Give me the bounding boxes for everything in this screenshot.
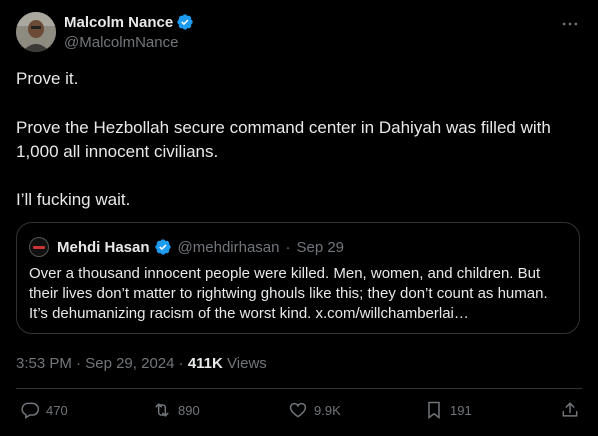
quoted-avatar — [29, 237, 49, 257]
bookmark-icon — [428, 401, 440, 419]
divider — [16, 388, 582, 389]
reply-icon — [21, 402, 40, 419]
verified-badge-icon — [177, 14, 193, 30]
quoted-author-name: Mehdi Hasan — [57, 238, 150, 256]
repost-count: 890 — [178, 402, 200, 418]
tweet-meta: 3:53 PM · Sep 29, 2024 · 411K Views — [16, 355, 267, 372]
quoted-date: Sep 29 — [296, 238, 345, 256]
tweet-paragraph: Prove it. — [16, 69, 79, 88]
action-bar: 470 890 9.9K 191 — [16, 400, 582, 424]
tweet-header: Malcolm Nance @MalcolmNance — [16, 12, 582, 56]
quoted-text: Over a thousand innocent people were kil… — [29, 265, 548, 322]
quoted-tweet[interactable]: Mehdi Hasan @mehdirhasan · Sep 29 Over a… — [16, 222, 580, 334]
reply-button[interactable]: 470 — [20, 400, 68, 420]
repost-button[interactable]: 890 — [152, 400, 200, 420]
bookmark-count: 191 — [450, 402, 472, 418]
meta-separator: · — [178, 355, 184, 372]
more-icon[interactable] — [560, 14, 580, 34]
author-handle[interactable]: @MalcolmNance — [64, 34, 178, 51]
verified-badge-icon — [154, 239, 171, 255]
meta-separator: · — [76, 355, 82, 372]
like-icon — [289, 402, 307, 418]
tweet-date[interactable]: Sep 29, 2024 — [85, 355, 174, 372]
reply-count: 470 — [46, 402, 68, 418]
author-avatar[interactable] — [16, 12, 56, 52]
share-button[interactable] — [560, 400, 580, 420]
tweet-time[interactable]: 3:53 PM — [16, 355, 72, 372]
share-icon — [562, 402, 578, 417]
views-label: Views — [227, 355, 267, 372]
views-count: 411K — [187, 355, 223, 372]
like-button[interactable]: 9.9K — [288, 400, 341, 420]
tweet-paragraph: I’ll fucking wait. — [16, 190, 131, 209]
tweet-paragraph: Prove the Hezbollah secure command cente… — [16, 118, 551, 161]
bookmark-button[interactable]: 191 — [424, 400, 472, 420]
author-name[interactable]: Malcolm Nance — [64, 14, 173, 31]
quoted-author-handle: @mehdirhasan — [177, 238, 280, 256]
repost-icon — [155, 403, 169, 417]
quoted-separator: · — [285, 238, 291, 256]
like-count: 9.9K — [314, 402, 341, 418]
